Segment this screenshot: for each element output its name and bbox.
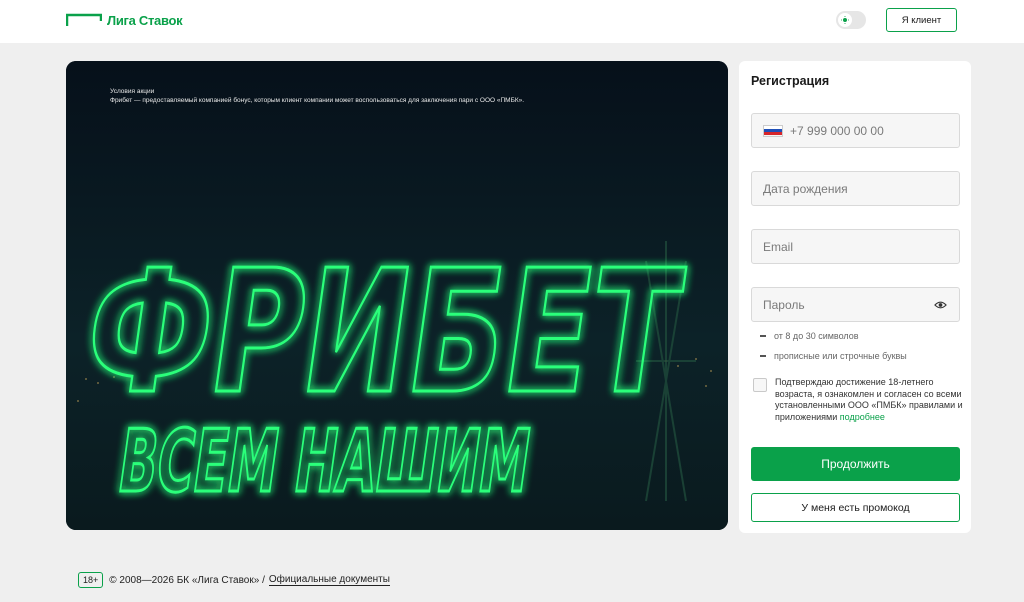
phone-input[interactable] (790, 123, 959, 138)
password-hint-length: от 8 до 30 символов (760, 331, 859, 341)
neon-subheadline: ВСЕМ НАШИМ (113, 412, 537, 512)
email-field[interactable] (751, 229, 960, 264)
password-field[interactable] (751, 287, 960, 322)
agree-checkbox[interactable] (753, 378, 767, 392)
sun-icon (838, 13, 852, 27)
official-docs-link[interactable]: Официальные документы (268, 574, 390, 586)
password-hint-case: прописные или строчные буквы (760, 351, 907, 361)
age-agreement: Подтверждаю достижение 18-летнего возрас… (753, 377, 963, 423)
birthdate-input[interactable] (763, 181, 959, 196)
promo-code-button[interactable]: У меня есть промокод (751, 493, 960, 522)
logo[interactable]: Лига Ставок (66, 12, 183, 28)
phone-field[interactable] (751, 113, 960, 148)
footer: 18+ © 2008—2026 БК «Лига Ставок» / Офици… (78, 572, 390, 588)
birthdate-field[interactable] (751, 171, 960, 206)
password-input[interactable] (763, 297, 959, 312)
age-badge: 18+ (78, 572, 104, 588)
registration-form: Регистрация от 8 до 30 символов прописны… (739, 61, 971, 533)
email-input[interactable] (763, 239, 959, 254)
hint-text: от 8 до 30 символов (774, 331, 859, 341)
hint-text: прописные или строчные буквы (774, 351, 907, 361)
logo-text: Лига Ставок (107, 12, 183, 28)
show-password-icon[interactable] (934, 299, 947, 311)
russia-flag-icon (763, 124, 783, 137)
promo-banner[interactable]: ФРИБЕТ ВСЕМ НАШИМ Условия акции Фрибет —… (66, 61, 728, 530)
promo-terms: Условия акции Фрибет — предоставляемый к… (110, 87, 524, 105)
client-login-button[interactable]: Я клиент (886, 8, 957, 32)
continue-button[interactable]: Продолжить (751, 447, 960, 481)
agree-details-link[interactable]: подробнее (840, 412, 885, 422)
form-title: Регистрация (751, 74, 830, 88)
neon-sign-art: ФРИБЕТ ВСЕМ НАШИМ (66, 61, 728, 530)
agree-text-block: Подтверждаю достижение 18-летнего возрас… (775, 377, 963, 423)
neon-headline: ФРИБЕТ (74, 234, 692, 432)
promo-terms-text: Фрибет — предоставляемый компанией бонус… (110, 97, 525, 104)
logo-bracket-icon (66, 13, 102, 26)
hint-dash-icon (760, 355, 766, 357)
top-header: Лига Ставок Я клиент (0, 0, 1024, 43)
hint-dash-icon (760, 335, 766, 337)
copyright-text: © 2008—2026 БК «Лига Ставок» / (109, 574, 265, 586)
theme-toggle[interactable] (836, 11, 866, 29)
promo-terms-title: Условия акции (110, 88, 155, 95)
